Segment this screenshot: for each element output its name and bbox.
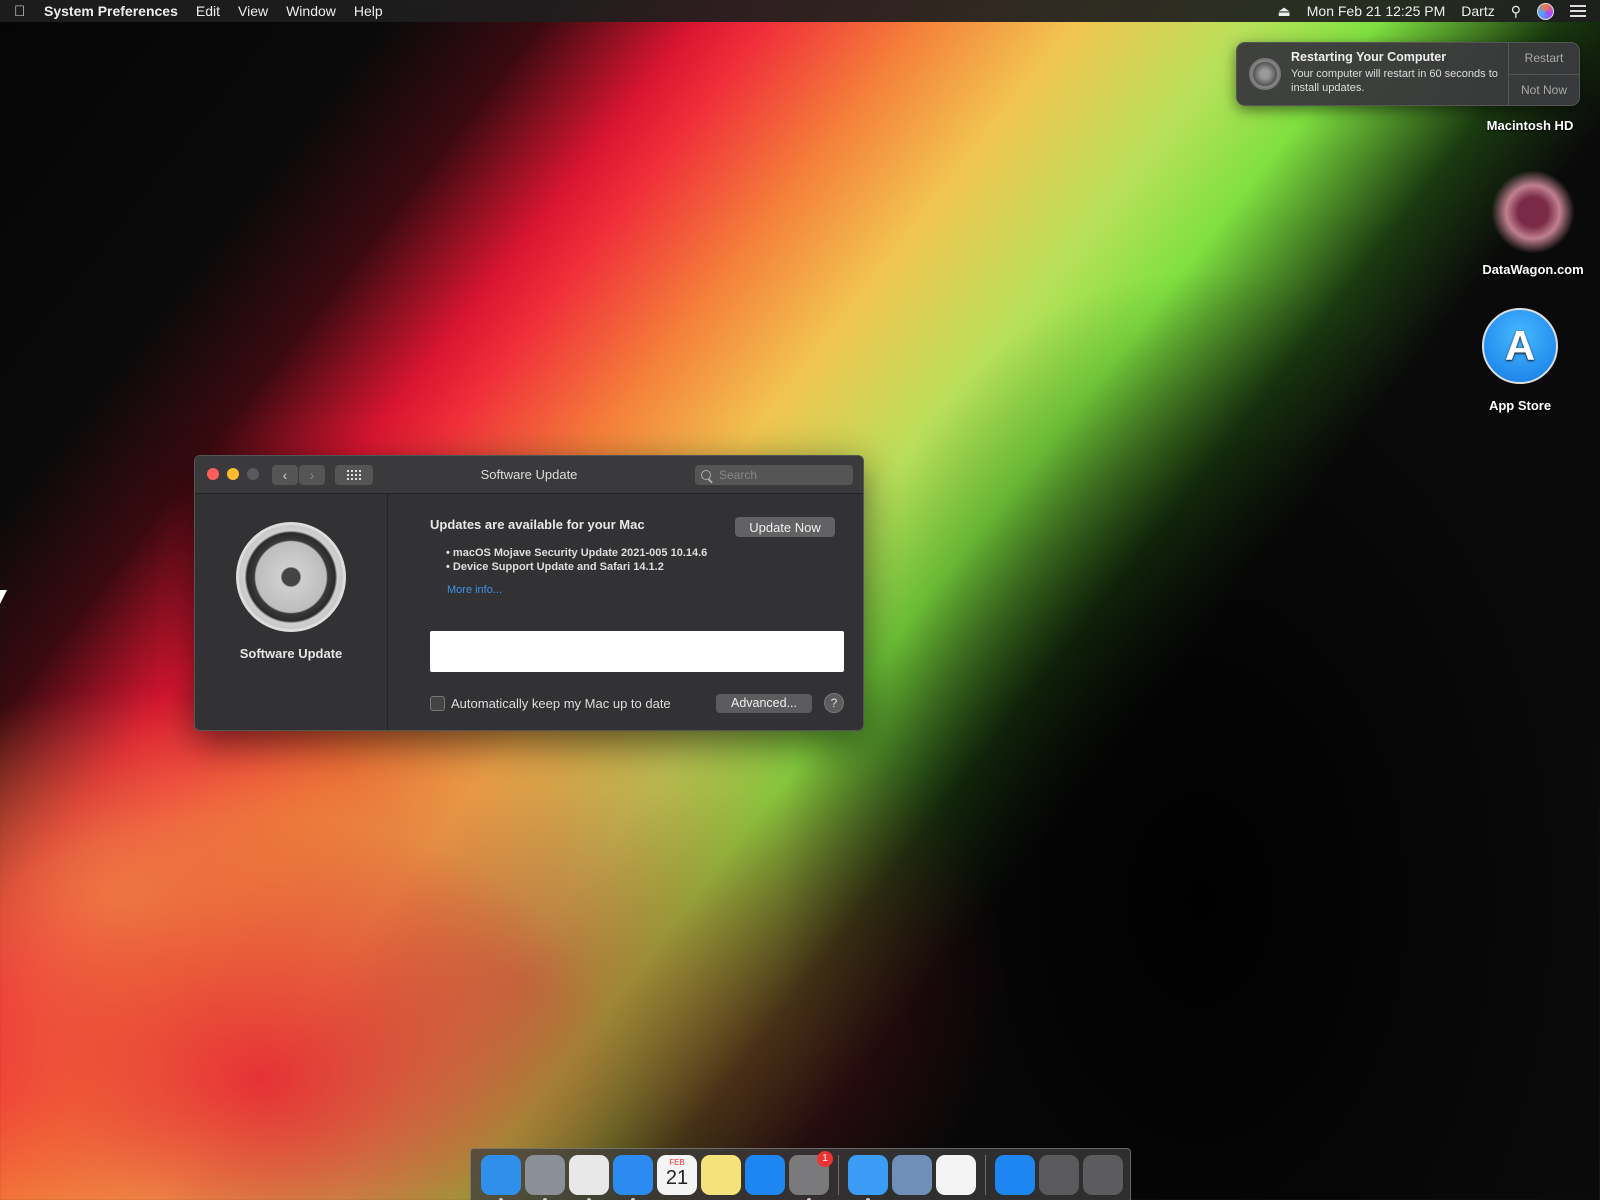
desktop-icon-label: Macintosh HD [1486,118,1574,133]
auto-update-label[interactable]: Automatically keep my Mac up to date [451,696,671,711]
auto-update-checkbox[interactable] [430,695,445,711]
update-content: Updates are available for your Mac Updat… [430,511,844,713]
calendar-month: FEB [669,1157,685,1167]
pane-title: Software Update [239,646,343,661]
advanced-button[interactable]: Advanced... [716,693,812,713]
software-update-window: ‹ › Software Update Software Update Upda… [194,455,864,731]
mouse-cursor-icon [0,590,7,604]
messages-icon[interactable] [848,1154,888,1200]
eject-icon[interactable]: ⏏ [1278,3,1291,20]
menu-user[interactable]: Dartz [1461,3,1494,19]
spotlight-search-icon[interactable]: ⚲ [1511,3,1521,20]
calendar-icon[interactable]: FEB 21 [657,1154,697,1195]
dock-separator [985,1154,986,1195]
grid-icon [347,470,361,480]
zoom-window-button[interactable] [247,468,259,480]
app-store-icon[interactable] [745,1154,785,1195]
menu-app-name[interactable]: System Preferences [44,3,178,19]
forward-button[interactable]: › [299,465,325,485]
list-item: macOS Mojave Security Update 2021-005 10… [446,546,844,560]
close-window-button[interactable] [207,468,219,480]
downloads-stack-icon[interactable] [1039,1154,1079,1195]
photos-icon[interactable] [936,1154,976,1195]
finder-icon[interactable] [481,1154,521,1200]
list-item: Device Support Update and Safari 14.1.2 [446,560,844,574]
menu-window[interactable]: Window [286,3,336,19]
launchpad-icon[interactable] [525,1154,565,1200]
preview-icon[interactable] [892,1154,932,1195]
window-titlebar[interactable]: ‹ › Software Update [195,456,863,494]
desktop-icon-label: App Store [1488,398,1552,413]
not-now-button[interactable]: Not Now [1509,73,1579,106]
auto-update-row: Automatically keep my Mac up to date Adv… [430,693,844,713]
search-field[interactable] [695,465,853,485]
desktop-icon-label: DataWagon.com [1482,262,1584,277]
show-all-grid-button[interactable] [335,465,373,485]
dock: FEB 21 1 [470,1148,1131,1200]
trash-icon[interactable] [1083,1154,1123,1195]
app-store-icon: A [1482,308,1558,384]
calendar-day: 21 [665,1166,689,1189]
search-icon [701,470,711,480]
notification-badge: 1 [817,1150,833,1167]
pane-sidebar: Software Update [195,494,388,730]
restart-button[interactable]: Restart [1509,43,1579,74]
update-list: macOS Mojave Security Update 2021-005 10… [446,546,844,574]
update-now-button[interactable]: Update Now [735,517,835,537]
datawagon-icon [1491,170,1575,254]
menu-extras: ⏏ Mon Feb 21 12:25 PM Dartz ⚲ [1278,2,1600,20]
menu-help[interactable]: Help [354,3,383,19]
apple-menu-icon[interactable]:  [14,3,44,20]
back-button[interactable]: ‹ [272,465,298,485]
app-store-icon[interactable] [995,1154,1035,1195]
notes-icon[interactable] [701,1154,741,1195]
desktop-icon-app-store[interactable]: A App Store [1470,308,1570,413]
notification-center-icon[interactable] [1570,2,1586,20]
software-update-gear-icon [236,522,346,632]
desktop-icon-macintosh-hd[interactable]: Macintosh HD [1480,118,1580,133]
siri-icon[interactable] [1537,2,1554,20]
menu-clock[interactable]: Mon Feb 21 12:25 PM [1307,3,1446,19]
notification-title: Restarting Your Computer [1291,50,1447,64]
system-preferences-icon[interactable]: 1 [789,1150,833,1200]
update-status-area [430,631,844,672]
restart-notification: Restarting Your Computer Your computer w… [1236,42,1580,106]
menu-view[interactable]: View [238,3,268,19]
search-input[interactable] [717,467,841,483]
desktop-icon-datawagon[interactable]: DataWagon.com [1468,170,1598,277]
help-button[interactable]: ? [824,693,844,713]
menu-edit[interactable]: Edit [196,3,220,19]
minimize-window-button[interactable] [227,468,239,480]
dock-separator [838,1154,839,1195]
chrome-icon[interactable] [569,1154,609,1200]
gear-icon [1249,58,1281,90]
safari-icon[interactable] [613,1154,653,1200]
menu-bar:  System Preferences Edit View Window He… [0,0,1600,22]
notification-body: Your computer will restart in 60 seconds… [1291,68,1498,94]
more-info-link[interactable]: More info... [447,584,844,596]
